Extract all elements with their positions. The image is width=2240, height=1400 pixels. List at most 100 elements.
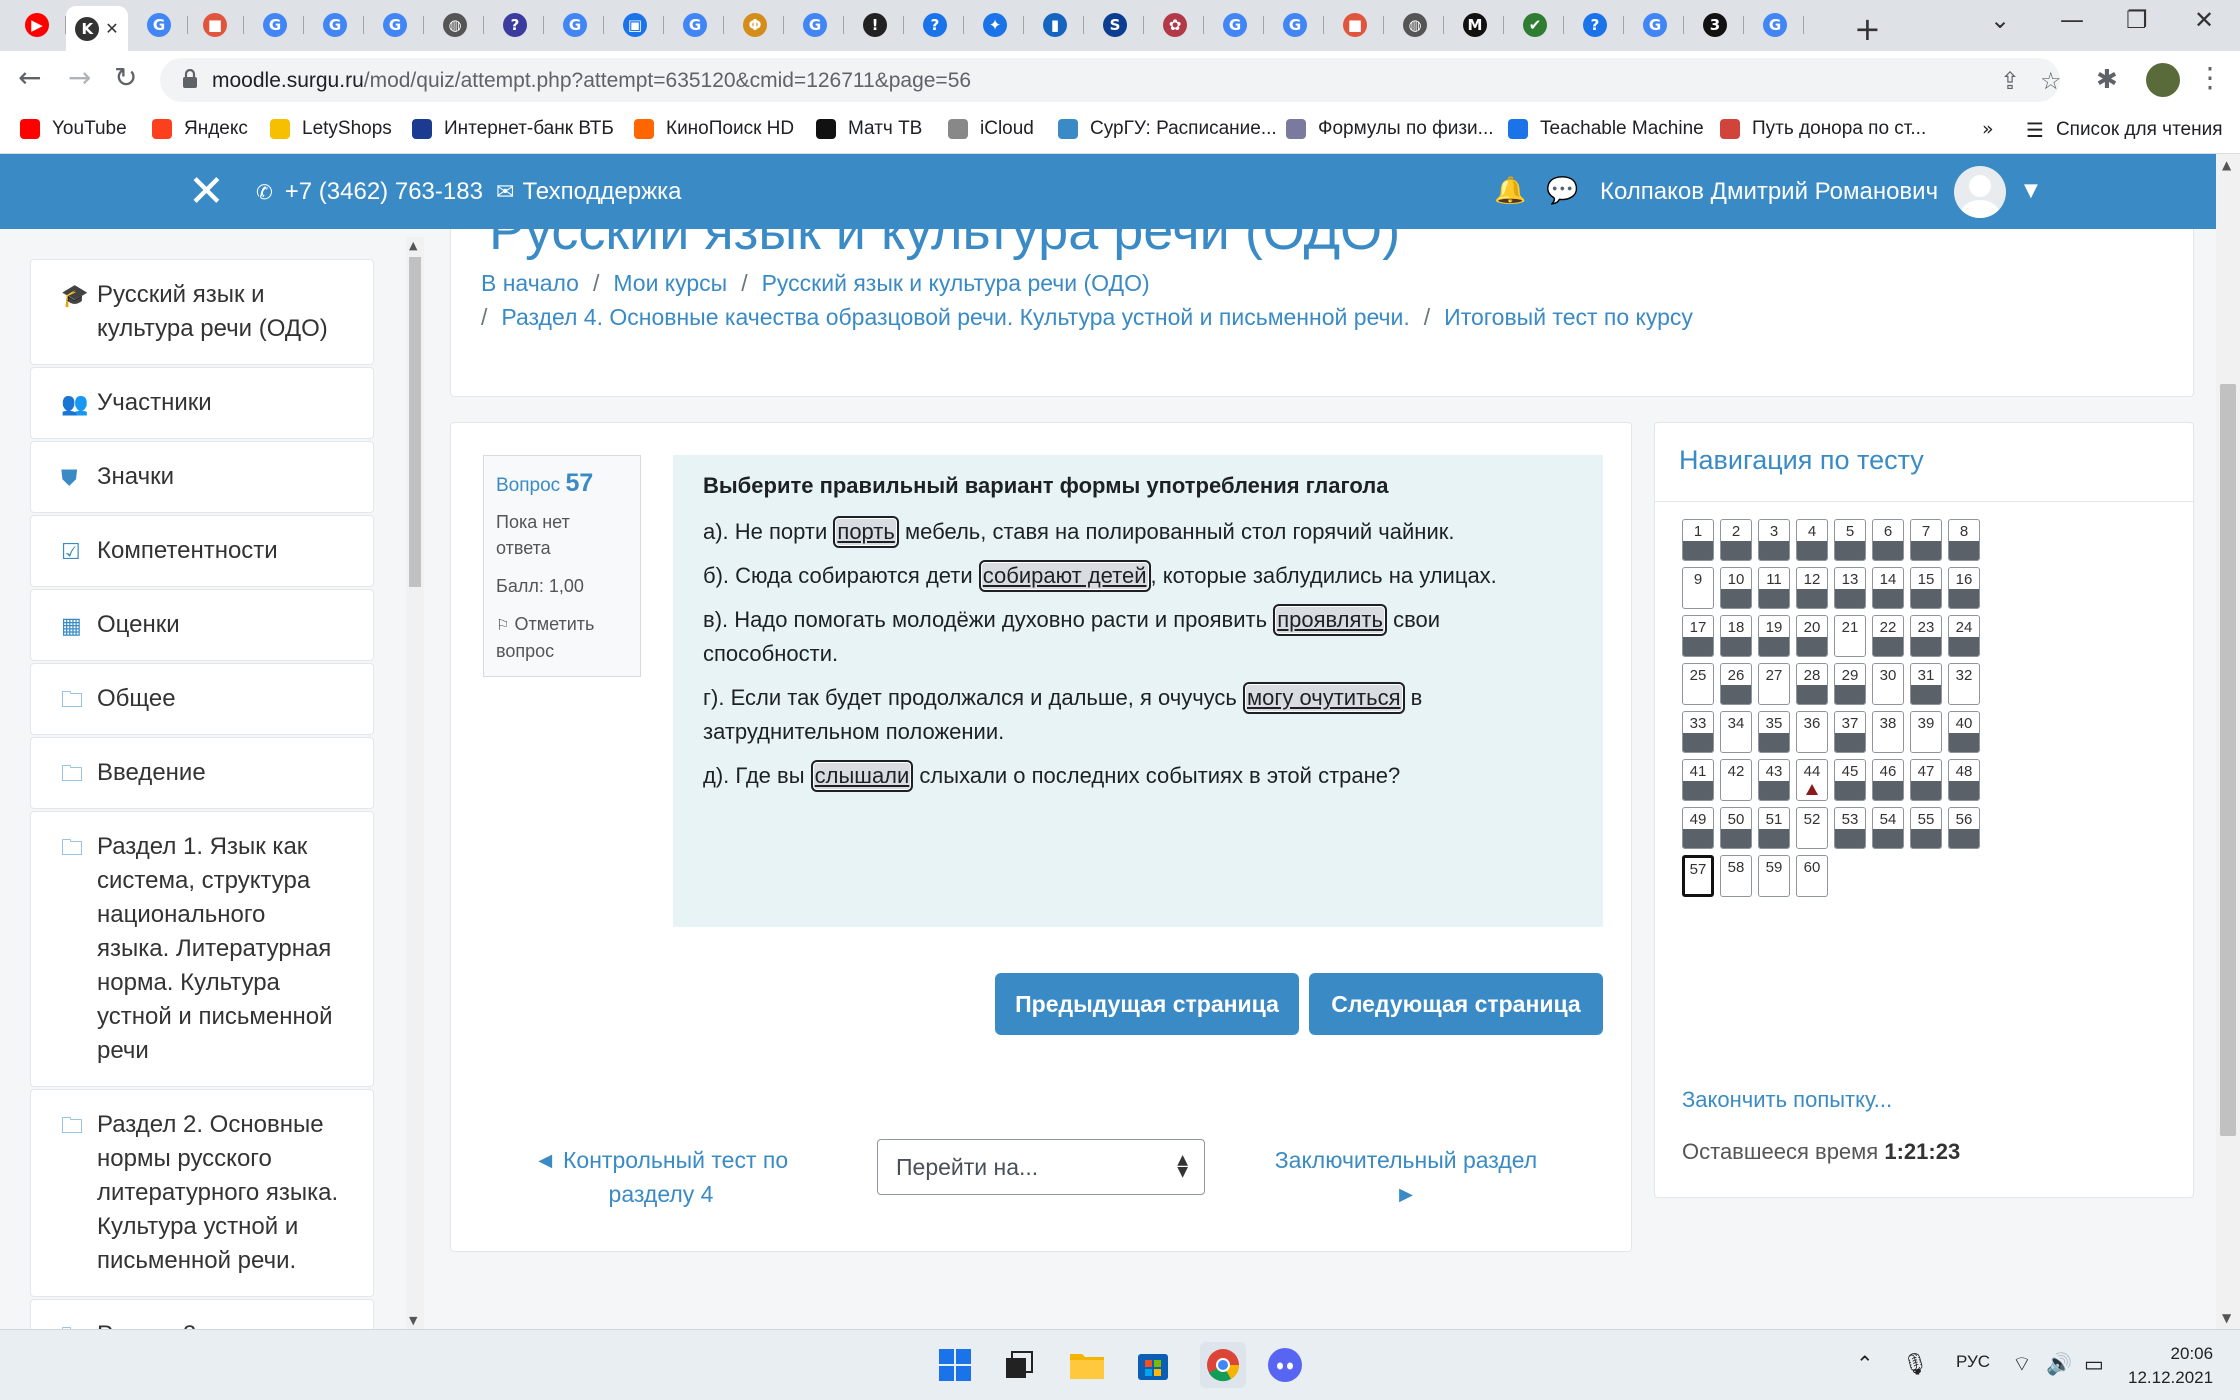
messages-chat-icon[interactable]: 💬 xyxy=(1546,176,1578,206)
reading-list-button[interactable]: ☰ Список для чтения xyxy=(2026,118,2223,142)
bookmark-item[interactable]: Матч ТВ xyxy=(816,118,922,140)
forward-arrow-icon[interactable]: → xyxy=(68,61,91,94)
quiz-nav-question-button[interactable]: 21 xyxy=(1834,615,1866,657)
browser-tab[interactable]: ✦ xyxy=(966,8,1024,42)
quiz-nav-question-button[interactable]: 31 xyxy=(1910,663,1942,705)
taskbar-clock[interactable]: 20:06 12.12.2021 xyxy=(2128,1342,2213,1390)
browser-tab[interactable]: ◍ xyxy=(426,8,484,42)
quiz-nav-question-button[interactable]: 7 xyxy=(1910,519,1942,561)
browser-tab[interactable]: ✿ xyxy=(1146,8,1204,42)
quiz-nav-question-button[interactable]: 5 xyxy=(1834,519,1866,561)
previous-activity-link[interactable]: ◄ Контрольный тест по разделу 4 xyxy=(521,1143,801,1211)
bookmark-item[interactable]: Формулы по физи... xyxy=(1286,118,1494,140)
bookmark-item[interactable]: YouTube xyxy=(20,118,127,140)
browser-tab[interactable]: G xyxy=(1746,8,1804,42)
quiz-nav-question-button[interactable]: 4 xyxy=(1796,519,1828,561)
browser-tab[interactable]: G xyxy=(246,8,304,42)
quiz-nav-question-button[interactable]: 55 xyxy=(1910,807,1942,849)
notifications-bell-icon[interactable]: 🔔 xyxy=(1494,176,1526,206)
new-tab-button[interactable]: + xyxy=(1854,10,1881,48)
sidebar-item[interactable]: 🗀 Введение xyxy=(30,737,374,809)
close-window-button[interactable]: ✕ xyxy=(2194,6,2214,34)
browser-tab[interactable]: G xyxy=(366,8,424,42)
quiz-nav-question-button[interactable]: 23 xyxy=(1910,615,1942,657)
quiz-nav-question-button[interactable]: 17 xyxy=(1682,615,1714,657)
user-avatar[interactable] xyxy=(1954,166,2006,218)
bookmark-item[interactable]: Путь донора по ст... xyxy=(1720,118,1926,140)
quiz-nav-question-button[interactable]: 16 xyxy=(1948,567,1980,609)
sidebar-item[interactable]: ▦ Оценки xyxy=(30,589,374,661)
quiz-nav-question-button[interactable]: 42 xyxy=(1720,759,1752,801)
sidebar-item[interactable]: 🗀 Общее xyxy=(30,663,374,735)
next-page-button[interactable]: Следующая страница xyxy=(1309,973,1603,1035)
reload-icon[interactable]: ↻ xyxy=(114,61,137,94)
quiz-nav-question-button[interactable]: 13 xyxy=(1834,567,1866,609)
sidebar-item[interactable]: 🎓 Русский язык и культура речи (ОДО) xyxy=(30,259,374,365)
sidebar-item[interactable]: 🗀 Раздел 1. Язык как система, структура н… xyxy=(30,811,374,1087)
quiz-nav-question-button[interactable]: 14 xyxy=(1872,567,1904,609)
breadcrumb-home[interactable]: В начало xyxy=(481,270,579,296)
quiz-nav-question-button[interactable]: 57 xyxy=(1682,855,1714,897)
file-explorer-icon[interactable] xyxy=(1068,1346,1106,1384)
browser-tab[interactable]: S xyxy=(1086,8,1144,42)
quiz-nav-question-button[interactable]: 60 xyxy=(1796,855,1828,897)
quiz-nav-question-button[interactable]: 33 xyxy=(1682,711,1714,753)
maximize-button[interactable]: ❐ xyxy=(2126,6,2148,34)
quiz-nav-question-button[interactable]: 26 xyxy=(1720,663,1752,705)
back-arrow-icon[interactable]: ← xyxy=(18,61,41,94)
tab-search-icon[interactable]: ⌄ xyxy=(1990,6,2010,34)
quiz-nav-question-button[interactable]: 28 xyxy=(1796,663,1828,705)
quiz-nav-question-button[interactable]: 34 xyxy=(1720,711,1752,753)
quiz-nav-question-button[interactable]: 39 xyxy=(1910,711,1942,753)
browser-menu-icon[interactable]: ⋮ xyxy=(2196,61,2224,94)
browser-tab[interactable]: ■ xyxy=(1326,8,1384,42)
browser-tab[interactable]: ? xyxy=(906,8,964,42)
sidebar-item[interactable]: 🗀 Раздел 3. xyxy=(30,1299,374,1329)
browser-tab[interactable]: 3 xyxy=(1686,8,1744,42)
browser-tab[interactable]: ▮ xyxy=(1026,8,1084,42)
microphone-icon[interactable]: 🎙 xyxy=(1902,1352,1929,1377)
wifi-icon[interactable]: ⌔ xyxy=(2012,1352,2032,1378)
quiz-nav-question-button[interactable]: 1 xyxy=(1682,519,1714,561)
browser-tab[interactable]: K ✕ xyxy=(66,6,128,51)
quiz-nav-question-button[interactable]: 27 xyxy=(1758,663,1790,705)
bookmark-star-icon[interactable]: ☆ xyxy=(2040,67,2062,95)
browser-tab[interactable]: ▣ xyxy=(606,8,664,42)
quiz-nav-question-button[interactable]: 50 xyxy=(1720,807,1752,849)
extensions-puzzle-icon[interactable]: ✱ xyxy=(2096,65,2118,95)
bookmark-item[interactable]: СурГУ: Расписание... xyxy=(1058,118,1277,140)
quiz-nav-question-button[interactable]: 47 xyxy=(1910,759,1942,801)
browser-tab[interactable]: G xyxy=(306,8,364,42)
breadcrumb-quiz[interactable]: Итоговый тест по курсу xyxy=(1444,304,1693,330)
quiz-nav-question-button[interactable]: 36 xyxy=(1796,711,1828,753)
browser-tab[interactable]: ■ xyxy=(186,8,244,42)
bookmark-item[interactable]: Интернет-банк ВТБ xyxy=(412,118,614,140)
share-icon[interactable]: ⇪ xyxy=(2000,67,2020,95)
browser-tab[interactable]: ✔ xyxy=(1506,8,1564,42)
quiz-nav-question-button[interactable]: 12 xyxy=(1796,567,1828,609)
browser-tab[interactable]: G xyxy=(546,8,604,42)
bookmark-item[interactable]: Teachable Machine xyxy=(1508,118,1704,140)
quiz-nav-question-button[interactable]: 29 xyxy=(1834,663,1866,705)
quiz-nav-question-button[interactable]: 41 xyxy=(1682,759,1714,801)
browser-tab[interactable]: ? xyxy=(1566,8,1624,42)
quiz-nav-question-button[interactable]: 30 xyxy=(1872,663,1904,705)
drop-answer-box[interactable]: проявлять xyxy=(1273,604,1387,636)
close-drawer-icon[interactable]: ✕ xyxy=(188,170,225,214)
input-language[interactable]: РУС xyxy=(1956,1352,1990,1372)
quiz-nav-question-button[interactable]: 38 xyxy=(1872,711,1904,753)
quiz-nav-question-button[interactable]: 56 xyxy=(1948,807,1980,849)
drop-answer-box[interactable]: слышали xyxy=(810,760,914,792)
flag-question-link[interactable]: ⚐ Отметить вопрос xyxy=(496,611,628,664)
browser-tab[interactable]: G xyxy=(1626,8,1684,42)
finish-attempt-link[interactable]: Закончить попытку... xyxy=(1682,1087,1892,1113)
quiz-nav-question-button[interactable]: 19 xyxy=(1758,615,1790,657)
browser-tab[interactable]: ? xyxy=(486,8,544,42)
quiz-nav-question-button[interactable]: 18 xyxy=(1720,615,1752,657)
sidebar-item[interactable]: 👥 Участники xyxy=(30,367,374,439)
browser-tab[interactable]: ◍ xyxy=(1386,8,1444,42)
sidebar-item[interactable]: ☑ Компетентности xyxy=(30,515,374,587)
quiz-nav-question-button[interactable]: 15 xyxy=(1910,567,1942,609)
drop-answer-box[interactable]: могу очутиться xyxy=(1243,682,1405,714)
tray-overflow-icon[interactable]: ⌃ xyxy=(1856,1352,1874,1376)
